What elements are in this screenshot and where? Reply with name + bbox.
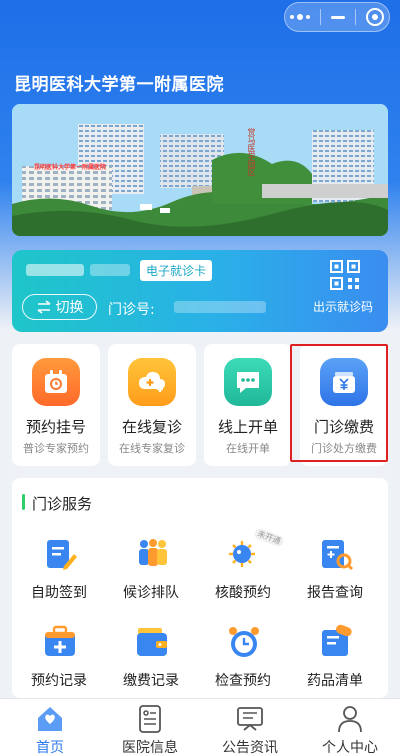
quick-action-title: 线上开单 [217,418,278,436]
capsule-divider [320,9,321,25]
service-self-checkin[interactable]: 自助签到 [14,536,104,610]
building-sign-text: 昆明医科大学第一附属医院 [34,164,107,171]
medical-kit-icon [45,625,75,656]
close-target-icon[interactable] [366,8,384,26]
service-label: 药品清单 [307,673,363,689]
tab-label: 首页 [36,740,64,756]
service-label: 缴费记录 [123,673,179,689]
masked-clinic-number [174,301,266,313]
switch-card-button[interactable]: 切换 [22,294,97,320]
patient-card[interactable]: 电子就诊卡 切换 门诊号: 出示就诊码 [12,250,388,332]
masked-patient-id [90,264,130,276]
minimize-icon[interactable] [331,15,345,19]
home-icon [38,707,62,731]
service-label: 报告查询 [307,585,363,601]
quick-action-subtitle: 门诊处方缴费 [311,442,377,455]
tab-personal-center[interactable]: 个人中心 [300,699,400,756]
quick-action-online-revisit[interactable]: 在线复诊 在线专家复诊 [108,344,196,466]
show-code-label[interactable]: 出示就诊码 [313,298,373,315]
qr-code-icon[interactable] [330,260,360,290]
quick-action-title: 预约挂号 [25,418,86,436]
mini-program-capsule [284,2,390,32]
clinic-number-label: 门诊号: [108,302,155,318]
user-icon [338,706,362,733]
masked-patient-name [26,264,84,276]
service-exam-booking[interactable]: 检查预约 [198,624,288,698]
service-label: 核酸预约 [215,585,271,601]
service-payment-records[interactable]: 缴费记录 [106,624,196,698]
service-report-query[interactable]: 报告查询 [290,536,380,610]
service-label: 检查预约 [215,673,271,689]
service-label: 自助签到 [31,585,87,601]
quick-action-title: 门诊缴费 [313,418,374,436]
tab-announcements[interactable]: 公告资讯 [200,699,300,756]
tab-home[interactable]: 首页 [0,699,100,756]
quick-action-title: 在线复诊 [121,418,182,436]
document-pen-icon [47,540,77,570]
pill-list-icon [322,624,352,656]
quick-action-appointment[interactable]: 预约挂号 普诊专家预约 [12,344,100,466]
tab-hospital-info[interactable]: 医院信息 [100,699,200,756]
calligraphy-inscription: 赏马医学园区 [247,128,256,176]
report-search-icon [322,540,354,571]
hospital-banner-image[interactable]: 昆明医科大学第一附属医院 赏马医学园区 [12,104,388,236]
switch-label: 切换 [55,300,84,316]
service-medicine-list[interactable]: 药品清单 [290,624,380,698]
quick-action-subtitle: 在线开单 [226,442,270,455]
page-title: 昆明医科大学第一附属医院 [14,75,224,95]
service-appointment-records[interactable]: 预约记录 [14,624,104,698]
hospital-info-icon [139,705,161,733]
service-label: 预约记录 [31,673,87,689]
quick-action-online-order[interactable]: 线上开单 在线开单 [204,344,292,466]
outpatient-services-panel: 门诊服务 自助签到 候诊排队 未开通 核酸预约 报告查询 预约记录 缴费记录 检… [12,478,388,698]
section-accent-bar [22,494,25,510]
bottom-tab-bar: 首页 医院信息 公告资讯 个人中心 [0,698,400,756]
switch-arrows-icon [37,300,50,314]
quick-action-subtitle: 在线专家复诊 [119,442,185,455]
notice-board-icon [237,707,263,731]
service-waiting-queue[interactable]: 候诊排队 [106,536,196,610]
cloud-plus-icon [128,358,176,406]
tab-label: 个人中心 [322,740,378,756]
alarm-clock-icon [229,627,259,657]
tab-label: 医院信息 [122,740,178,756]
yen-wallet-icon [320,358,368,406]
calendar-icon [32,358,80,406]
section-title: 门诊服务 [32,495,93,513]
ecard-badge: 电子就诊卡 [140,260,213,281]
people-queue-icon [139,539,167,566]
virus-icon [229,541,255,567]
quick-action-subtitle: 普诊专家预约 [23,442,89,455]
quick-action-outpatient-payment[interactable]: 门诊缴费 门诊处方缴费 [300,344,388,466]
tab-label: 公告资讯 [222,740,278,756]
wallet-icon [137,628,167,656]
chat-bubble-icon [224,358,272,406]
service-label: 候诊排队 [123,585,179,601]
service-nucleic-acid-booking[interactable]: 未开通 核酸预约 [198,527,288,610]
more-dots-icon[interactable] [290,14,310,20]
capsule-divider [355,9,356,25]
